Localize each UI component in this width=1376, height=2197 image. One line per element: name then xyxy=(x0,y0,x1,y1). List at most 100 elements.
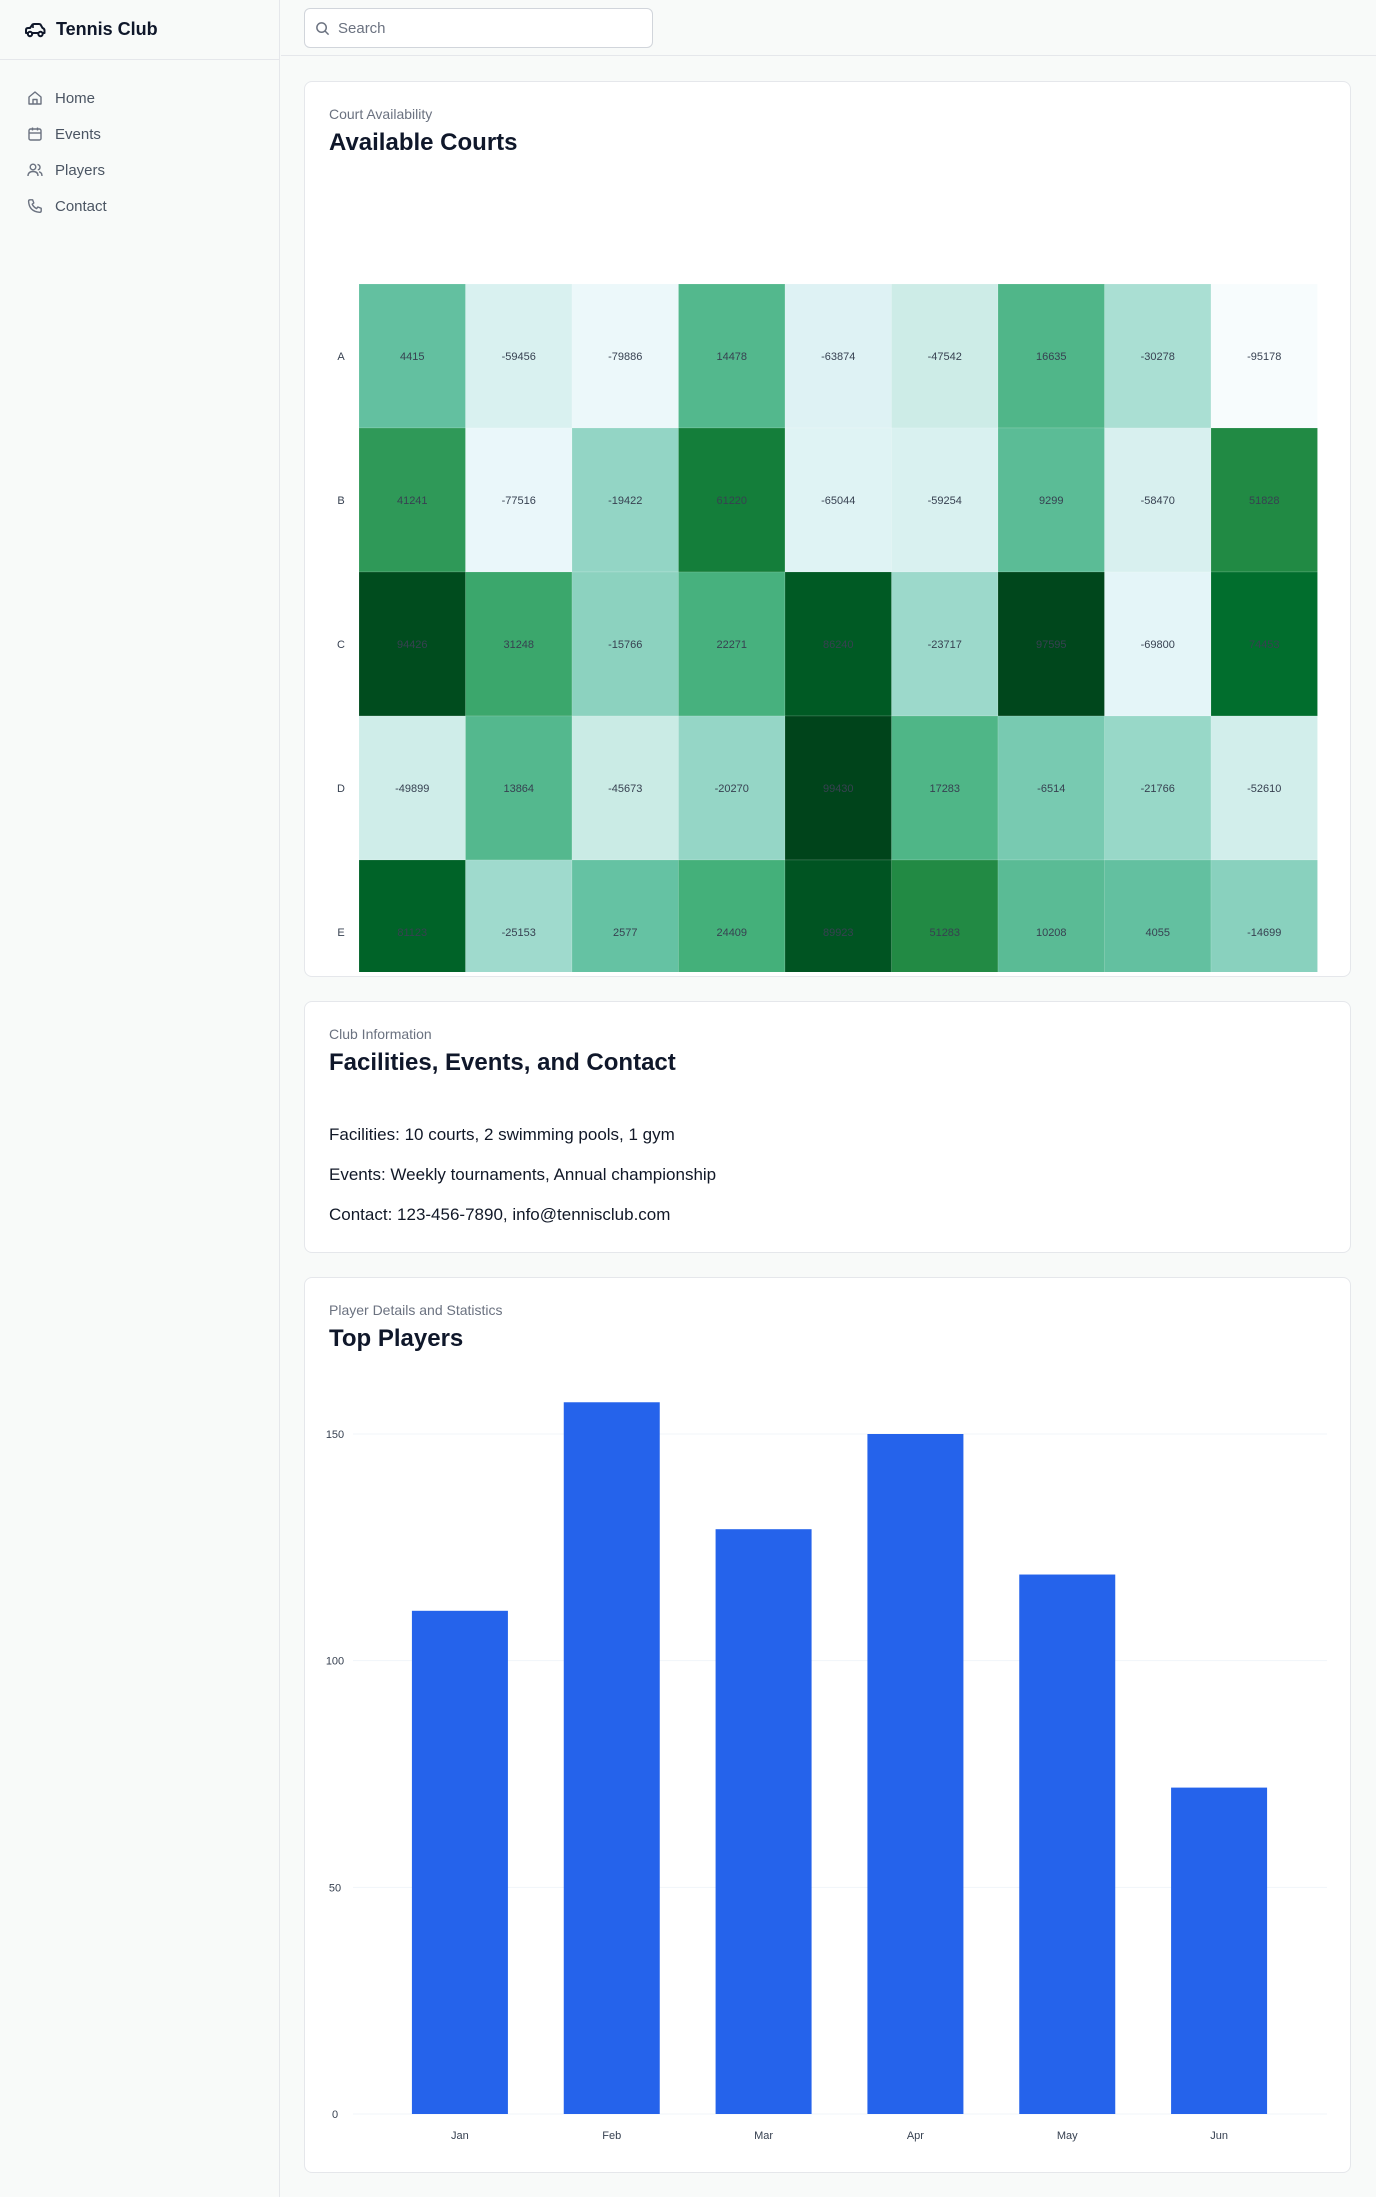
heatmap-cell-label: -77516 xyxy=(502,495,536,507)
bar xyxy=(563,1402,660,2114)
home-icon xyxy=(28,91,42,105)
heatmap-cell-label: -30278 xyxy=(1141,351,1175,363)
search-input[interactable] xyxy=(338,19,638,37)
heatmap-cell-label: 13864 xyxy=(503,783,534,795)
facilities-text: Facilities: 10 courts, 2 swimming pools,… xyxy=(329,1125,675,1144)
heatmap-row-label: C xyxy=(337,639,345,651)
heatmap-cell-label: -47542 xyxy=(928,351,962,363)
court-heatmap: A 4415 -59456 -79886 14478 -63874 -47542 16635 -… xyxy=(337,283,1318,972)
x-tick-label: Feb xyxy=(602,2130,621,2142)
sidebar-item-contact[interactable]: Contact xyxy=(0,188,279,224)
heatmap-cell-label: -6514 xyxy=(1037,783,1065,795)
heatmap-cell-label: -15766 xyxy=(608,639,642,651)
y-tick-label: 0 xyxy=(332,2109,338,2121)
heatmap-cell xyxy=(1210,859,1318,972)
card-title: Available Courts xyxy=(329,129,518,156)
heatmap-cell-label: 74453 xyxy=(1249,639,1280,651)
heatmap-cell xyxy=(358,859,466,972)
heatmap-cell-label: 41241 xyxy=(397,495,428,507)
heatmap-cell-label: -69800 xyxy=(1141,639,1175,651)
heatmap-cell-label: -21766 xyxy=(1141,783,1175,795)
heatmap-cell-label: 22271 xyxy=(716,639,747,651)
heatmap-cell-label: -63874 xyxy=(821,351,855,363)
heatmap-cell-label: 2577 xyxy=(613,927,637,939)
bar xyxy=(715,1529,812,2114)
x-tick-label: Mar xyxy=(754,2130,773,2142)
heatmap-cell-label: 61220 xyxy=(716,495,747,507)
car-icon xyxy=(25,22,46,37)
y-tick-label: 100 xyxy=(326,1656,344,1668)
x-tick-label: May xyxy=(1057,2130,1078,2142)
heatmap-cell-label: 86240 xyxy=(823,639,854,651)
sidebar: Tennis Club Home Events Players Contact xyxy=(0,0,280,2197)
heatmap-row-label: D xyxy=(337,783,345,795)
sidebar-item-players[interactable]: Players xyxy=(0,152,279,188)
sidebar-item-label: Players xyxy=(55,161,106,179)
card-subtitle: Court Availability xyxy=(329,106,433,122)
x-tick-label: Apr xyxy=(907,2130,924,2142)
heatmap-cell-label: 16635 xyxy=(1036,351,1067,363)
heatmap-row-label: B xyxy=(337,495,344,507)
sidebar-nav: Home Events Players Contact xyxy=(0,60,279,224)
heatmap-cell-label: 81123 xyxy=(397,927,427,939)
sidebar-item-home[interactable]: Home xyxy=(0,80,279,116)
heatmap-cell-label: 4055 xyxy=(1146,927,1170,939)
heatmap-cell-label: -45673 xyxy=(608,783,642,795)
heatmap-cell-label: 51828 xyxy=(1249,495,1280,507)
heatmap-cell-label: 9299 xyxy=(1039,495,1063,507)
heatmap-cell-label: -52610 xyxy=(1247,783,1281,795)
court-availability-card: Court Availability Available Courts A 441… xyxy=(304,81,1351,977)
y-tick-label: 50 xyxy=(329,1882,341,1894)
bar xyxy=(1171,1787,1268,2114)
heatmap-cell-label: 51283 xyxy=(929,927,960,939)
heatmap-cell xyxy=(1104,859,1212,972)
players-bar-chart: 0 50 100 150 Jan Feb Mar Apr May Jun xyxy=(326,1402,1327,2142)
heatmap-cell-label: 97595 xyxy=(1036,639,1067,651)
heatmap-cell-label: -23717 xyxy=(928,639,962,651)
heatmap-cell-label: 17283 xyxy=(929,783,960,795)
heatmap-cell xyxy=(997,859,1105,972)
heatmap-cell-label: -19422 xyxy=(608,495,642,507)
top-bar xyxy=(281,0,1376,56)
x-tick-label: Jun xyxy=(1210,2130,1228,2142)
heatmap-cell-label: -49899 xyxy=(395,783,429,795)
contact-text: Contact: 123-456-7890, info@tennisclub.c… xyxy=(329,1205,671,1224)
heatmap-cell xyxy=(465,859,573,972)
search-icon xyxy=(316,21,330,35)
x-tick-label: Jan xyxy=(451,2130,469,2142)
search-box[interactable] xyxy=(304,8,653,48)
sidebar-item-events[interactable]: Events xyxy=(0,116,279,152)
heatmap-cell xyxy=(784,859,892,972)
brand[interactable]: Tennis Club xyxy=(0,0,279,60)
heatmap-cell-label: -95178 xyxy=(1247,351,1281,363)
sidebar-item-label: Home xyxy=(55,89,96,107)
bar xyxy=(867,1434,964,2114)
sidebar-item-label: Events xyxy=(55,125,101,143)
bar xyxy=(1019,1574,1116,2114)
heatmap-cell-label: -14699 xyxy=(1247,927,1281,939)
card-subtitle: Club Information xyxy=(329,1026,432,1042)
sidebar-item-label: Contact xyxy=(55,197,107,215)
heatmap-cell-label: 99430 xyxy=(823,783,854,795)
card-title: Top Players xyxy=(329,1325,464,1352)
heatmap-cell-label: -65044 xyxy=(821,495,855,507)
heatmap-cell-label: -59456 xyxy=(502,351,536,363)
bar xyxy=(411,1610,508,2114)
calendar-icon xyxy=(28,127,42,141)
heatmap-cell xyxy=(891,859,999,972)
heatmap-cell-label: -79886 xyxy=(608,351,642,363)
phone-icon xyxy=(27,199,42,213)
users-icon xyxy=(27,163,43,177)
heatmap-cell xyxy=(678,859,786,972)
heatmap-cell-label: -25153 xyxy=(502,927,536,939)
heatmap-cell-label: 94426 xyxy=(397,639,428,651)
heatmap-cell-label: -58470 xyxy=(1141,495,1175,507)
heatmap-row-label: A xyxy=(337,351,345,363)
heatmap-cell-label: 89923 xyxy=(823,927,854,939)
app-title: Tennis Club xyxy=(56,19,158,39)
card-subtitle: Player Details and Statistics xyxy=(329,1302,503,1318)
heatmap-cell-label: 24409 xyxy=(716,927,747,939)
heatmap-cell-label: -20270 xyxy=(715,783,749,795)
top-players-card: Player Details and Statistics Top Player… xyxy=(304,1277,1351,2173)
heatmap-cell-label: 4415 xyxy=(400,351,424,363)
